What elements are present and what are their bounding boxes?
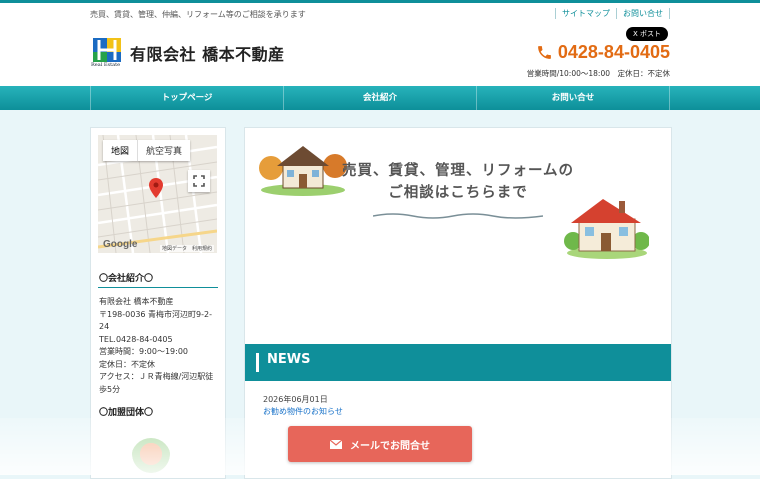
- logo-subtitle: Real Estate: [91, 62, 121, 68]
- nav-company[interactable]: 会社紹介: [283, 86, 476, 110]
- phone-icon: [538, 46, 551, 59]
- map-pin-icon[interactable]: [149, 178, 163, 198]
- hero-divider: [373, 213, 543, 219]
- mail-contact-button[interactable]: メールでお問合せ: [288, 426, 472, 462]
- site-header: 売買、賃貸、管理、仲編、リフォーム等のご相談を承ります サイトマップ お問い合せ…: [0, 3, 760, 86]
- company-tel: TEL.0428-84-0405: [99, 334, 173, 344]
- tagline: 売買、賃貸、管理、仲編、リフォーム等のご相談を承ります: [90, 10, 306, 19]
- company-info: 有限会社 橋本不動産 〒198-0036 青梅市河辺町9-2-24 TEL.04…: [99, 296, 221, 396]
- mail-button-label: メールでお問合せ: [350, 440, 430, 452]
- map-type-tabs: 地図 航空写真: [103, 140, 191, 161]
- google-map[interactable]: 地図 航空写真 Google 地図データ 利用規約: [98, 135, 217, 253]
- fullscreen-icon: [193, 175, 205, 187]
- sitemap-link[interactable]: サイトマップ: [555, 8, 616, 19]
- map-tab-aerial[interactable]: 航空写真: [138, 140, 190, 161]
- association-heading: 〇加盟団体〇: [99, 408, 154, 418]
- company-holiday: 定休日：不定休: [99, 359, 155, 369]
- map-attribution[interactable]: 地図データ 利用規約: [159, 245, 214, 252]
- house-illustration-right: [564, 199, 649, 259]
- contact-link[interactable]: お問い合せ: [616, 8, 670, 19]
- company-access: アクセス：ＪＲ青梅線/河辺駅徒歩5分: [99, 372, 214, 394]
- business-hours: 営業時間/10:00～18:00 定休日：不定休: [526, 69, 670, 78]
- company-hours: 営業時間：9:00～19:00: [99, 347, 189, 356]
- news-accent: [256, 353, 259, 372]
- global-nav: トップページ 会社紹介 お問い合せ: [0, 86, 760, 110]
- x-post-button[interactable]: X ポスト: [625, 27, 668, 41]
- mail-icon: [330, 439, 342, 449]
- site-title[interactable]: 有限会社 橋本不動産: [130, 41, 285, 65]
- nav-top-page[interactable]: トップページ: [90, 86, 283, 110]
- company-heading: 〇会社紹介〇: [99, 274, 154, 284]
- hero-banner: 売買、賃貸、管理、リフォームの ご相談はこちらまで: [245, 128, 671, 343]
- map-tab-map[interactable]: 地図: [103, 140, 139, 161]
- hero-line-1: 売買、賃貸、管理、リフォームの: [341, 163, 575, 179]
- news-title: NEWS: [267, 352, 311, 367]
- company-heading-line: [98, 287, 218, 288]
- company-address: 〒198-0036 青梅市河辺町9-2-24: [99, 309, 213, 332]
- news-item-link[interactable]: お勧め物件のお知らせ: [263, 406, 343, 417]
- company-name: 有限会社 橋本不動産: [99, 297, 174, 306]
- google-logo: Google: [103, 239, 138, 250]
- phone-number-text: 0428-84-0405: [557, 42, 670, 62]
- top-links: サイトマップ お問い合せ: [555, 8, 670, 19]
- news-date: 2026年06月01日: [263, 395, 328, 404]
- phone-number: 0428-84-0405: [536, 42, 670, 63]
- fullscreen-button[interactable]: [188, 170, 210, 192]
- news-header: NEWS: [245, 344, 671, 381]
- nav-contact[interactable]: お問い合せ: [476, 86, 670, 110]
